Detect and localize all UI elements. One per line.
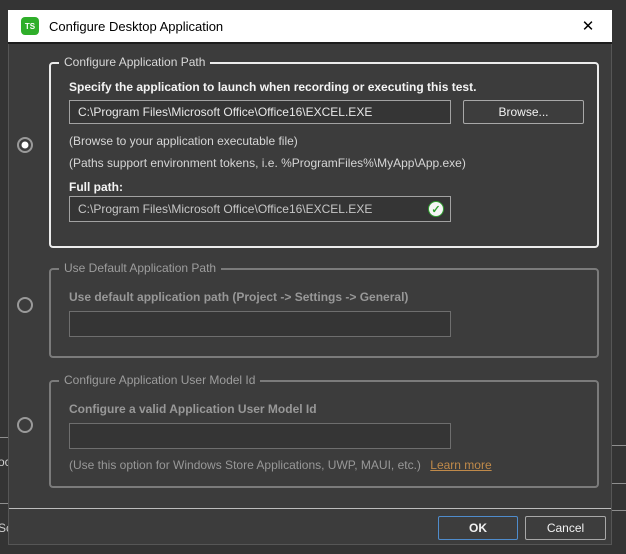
browse-button[interactable]: Browse... — [463, 100, 584, 124]
default-path-input[interactable] — [69, 311, 451, 337]
group-configure-application-user-model-id: Configure Application User Model Id Conf… — [49, 380, 599, 488]
dialog-titlebar: TS Configure Desktop Application ✕ — [8, 10, 612, 44]
background-divider — [0, 437, 8, 438]
background-divider — [612, 510, 626, 511]
dialog-title: Configure Desktop Application — [49, 19, 223, 34]
full-path-input[interactable] — [69, 196, 451, 222]
radio-configure-application-path[interactable] — [17, 137, 33, 153]
radio-use-default-application-path[interactable] — [17, 297, 33, 313]
background-divider — [612, 445, 626, 446]
full-path-field: ✓ — [69, 196, 451, 222]
group-legend: Use Default Application Path — [59, 261, 221, 275]
group-configure-application-path: Configure Application Path Specify the a… — [49, 62, 599, 248]
user-model-id-hint-text: (Use this option for Windows Store Appli… — [69, 458, 421, 472]
application-path-input[interactable] — [69, 100, 451, 124]
configure-desktop-application-dialog: TS Configure Desktop Application ✕ Confi… — [8, 10, 612, 545]
radio-selected-dot — [22, 142, 29, 149]
group-legend: Configure Application User Model Id — [59, 373, 260, 387]
footer-divider — [9, 508, 611, 509]
cancel-button[interactable]: Cancel — [525, 516, 606, 540]
app-logo-icon: TS — [21, 17, 39, 35]
browse-hint: (Browse to your application executable f… — [69, 134, 298, 148]
group-use-default-application-path: Use Default Application Path Use default… — [49, 268, 599, 358]
background-text-fragment-top: oc — [0, 455, 8, 469]
group-legend: Configure Application Path — [59, 55, 210, 69]
radio-configure-application-user-model-id[interactable] — [17, 417, 33, 433]
close-icon[interactable]: ✕ — [578, 16, 598, 36]
background-divider — [0, 503, 8, 504]
app-path-instruction: Specify the application to launch when r… — [69, 80, 476, 94]
background-divider — [612, 483, 626, 484]
user-model-id-instruction: Configure a valid Application User Model… — [69, 402, 317, 416]
user-model-id-input[interactable] — [69, 423, 451, 449]
tokens-hint: (Paths support environment tokens, i.e. … — [69, 156, 466, 170]
learn-more-link[interactable]: Learn more — [430, 458, 491, 472]
user-model-id-hint: (Use this option for Windows Store Appli… — [69, 458, 492, 472]
screen: oc Sc TS Configure Desktop Application ✕… — [0, 0, 626, 554]
full-path-label: Full path: — [69, 180, 123, 194]
valid-check-icon: ✓ — [428, 201, 444, 217]
ok-button[interactable]: OK — [438, 516, 518, 540]
default-path-instruction: Use default application path (Project ->… — [69, 290, 408, 304]
